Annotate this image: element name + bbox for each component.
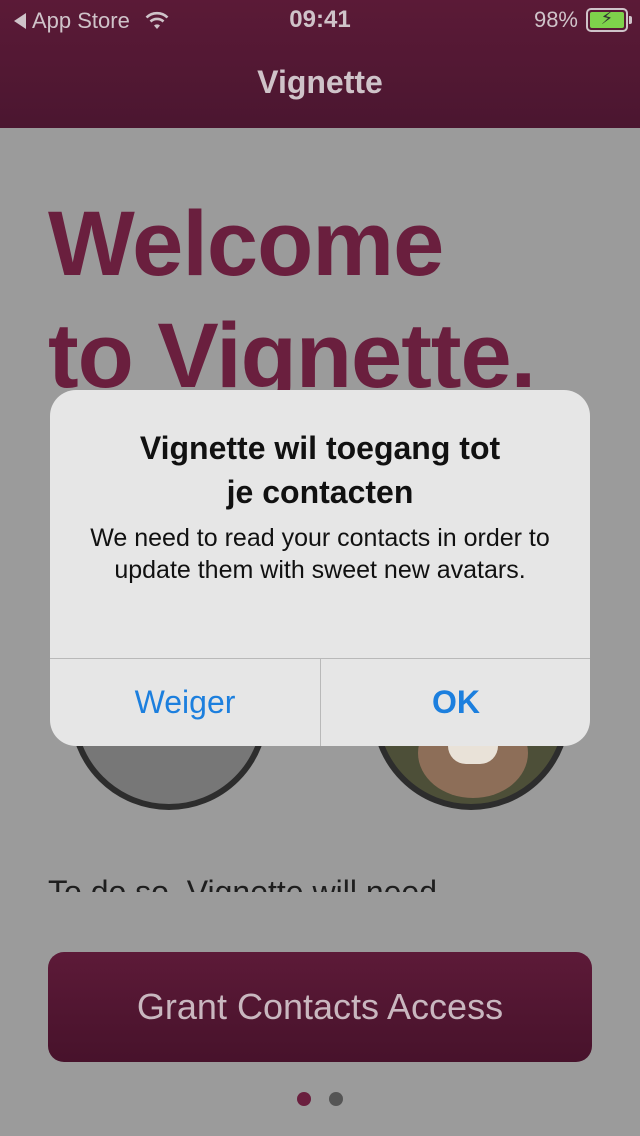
ok-button[interactable]: OK <box>321 658 590 746</box>
alert-title-line-2: je contacten <box>226 474 414 510</box>
deny-button[interactable]: Weiger <box>50 658 320 746</box>
alert-message: We need to read your contacts in order t… <box>90 524 550 584</box>
permission-alert: Vignette wil toegang tot je contacten We… <box>50 390 590 746</box>
alert-title-line-1: Vignette wil toegang tot <box>139 430 501 466</box>
alert-title: Vignette wil toegang tot je contacten <box>80 426 560 514</box>
